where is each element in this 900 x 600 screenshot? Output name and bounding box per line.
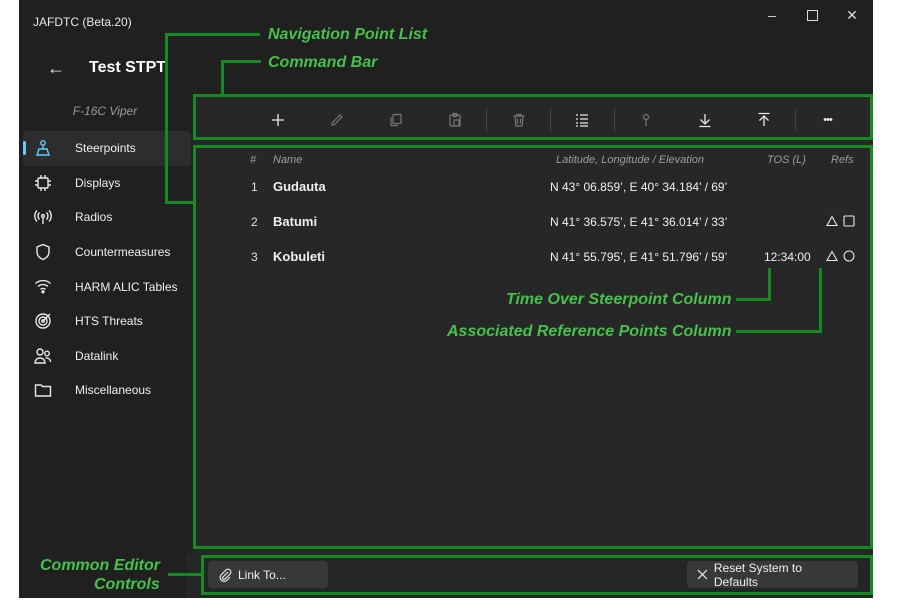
back-button[interactable]: ← xyxy=(43,56,69,80)
sidebar-item-radios[interactable]: Radios xyxy=(23,200,191,235)
callout-command-bar: Command Bar xyxy=(268,54,378,71)
callout-tos-column: Time Over Steerpoint Column xyxy=(506,291,732,308)
sidebar-item-harm-alic-tables[interactable]: HARM ALIC Tables xyxy=(23,269,191,304)
wifi-icon xyxy=(33,276,53,296)
callout-line xyxy=(165,201,195,204)
sidebar-item-label: Countermeasures xyxy=(75,245,171,260)
shield-icon xyxy=(33,242,53,262)
close-button[interactable]: ✕ xyxy=(837,6,867,24)
callout-line xyxy=(221,60,261,63)
callout-line xyxy=(736,330,822,333)
callout-line xyxy=(736,298,771,301)
radio-icon xyxy=(33,207,53,227)
target-icon xyxy=(33,311,53,331)
callout-refs-column: Associated Reference Points Column xyxy=(447,323,732,340)
callout-editor-line2: Controls xyxy=(94,576,160,593)
sidebar-item-label: HARM ALIC Tables xyxy=(75,279,178,294)
page-title: Test STPT xyxy=(89,59,167,76)
navigation-list-frame xyxy=(193,145,873,549)
folder-icon xyxy=(33,380,53,400)
title-bar: JAFDTC (Beta.20) – ✕ xyxy=(19,0,873,40)
callout-line xyxy=(165,33,260,36)
editor-controls-frame xyxy=(201,555,873,595)
sidebar-item-countermeasures[interactable]: Countermeasures xyxy=(23,235,191,270)
callout-line xyxy=(819,268,822,333)
chip-icon xyxy=(33,173,53,193)
sidebar-item-hts-threats[interactable]: HTS Threats xyxy=(23,304,191,339)
sidebar-item-datalink[interactable]: Datalink xyxy=(23,339,191,374)
app-title: JAFDTC (Beta.20) xyxy=(33,15,132,29)
sidebar-item-label: Radios xyxy=(75,210,113,225)
steerpoint-icon xyxy=(33,138,53,158)
callout-navigation-point-list: Navigation Point List xyxy=(268,26,428,43)
callout-editor-line1: Common Editor xyxy=(40,557,160,574)
sidebar-item-label: Steerpoints xyxy=(75,141,136,156)
callout-line xyxy=(221,60,224,96)
sidebar-item-label: HTS Threats xyxy=(75,314,143,329)
callout-line xyxy=(768,268,771,301)
callout-line xyxy=(168,573,202,576)
people-icon xyxy=(33,346,53,366)
maximize-button[interactable] xyxy=(797,6,827,24)
sidebar-item-miscellaneous[interactable]: Miscellaneous xyxy=(23,373,191,408)
minimize-button[interactable]: – xyxy=(757,6,787,24)
callout-line xyxy=(165,33,168,204)
sidebar-item-label: Miscellaneous xyxy=(75,383,152,398)
sidebar-item-label: Displays xyxy=(75,175,121,190)
command-bar-frame xyxy=(193,94,873,140)
selection-indicator xyxy=(23,141,26,155)
sidebar-item-label: Datalink xyxy=(75,348,119,363)
